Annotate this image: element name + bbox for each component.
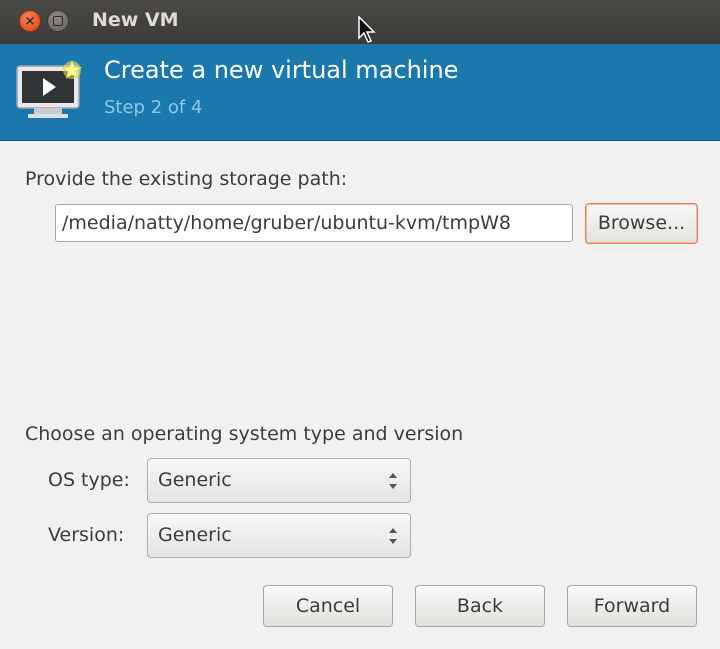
updown-arrows-icon [389,528,397,544]
os-version-label: Version: [48,524,125,546]
os-type-label: OS type: [48,469,130,491]
new-vm-dialog: × New VM Create a new virtual machine St… [0,0,720,649]
os-type-value: Generic [158,469,232,491]
mouse-pointer-icon [358,16,376,43]
step-indicator: Step 2 of 4 [104,97,203,118]
close-icon: × [24,14,36,29]
storage-path-input[interactable]: /media/natty/home/gruber/ubuntu-kvm/tmpW… [55,204,573,242]
os-type-select[interactable]: Generic [147,458,411,503]
page-title: Create a new virtual machine [104,56,459,84]
back-button[interactable]: Back [415,585,545,627]
updown-arrows-icon [389,473,397,489]
os-version-value: Generic [158,524,232,546]
maximize-icon [53,16,63,26]
window-title: New VM [92,9,179,31]
browse-button[interactable]: Browse... [585,203,698,244]
os-section-label: Choose an operating system type and vers… [25,423,464,445]
maximize-button[interactable] [47,10,69,32]
cancel-button[interactable]: Cancel [263,585,393,627]
close-button[interactable]: × [19,10,41,32]
virtual-machine-icon [16,59,83,118]
storage-path-label: Provide the existing storage path: [25,168,348,190]
os-version-select[interactable]: Generic [147,513,411,558]
forward-button[interactable]: Forward [567,585,697,627]
header-banner: Create a new virtual machine Step 2 of 4 [0,44,720,141]
title-bar: × New VM [0,0,720,45]
